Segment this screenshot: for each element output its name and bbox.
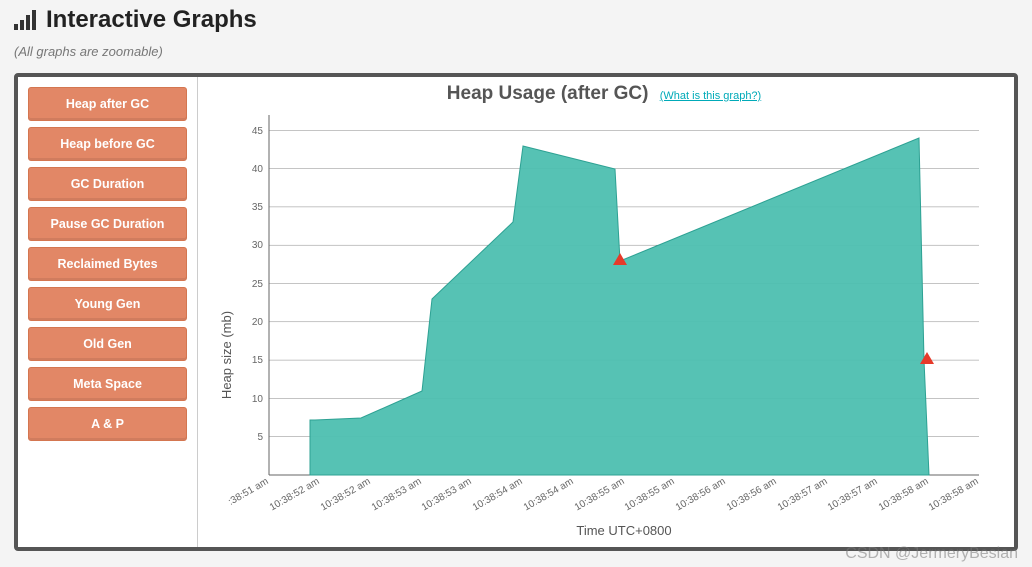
svg-text:10:38:52 am: 10:38:52 am: [268, 476, 322, 513]
panel: Heap after GC Heap before GC GC Duration…: [14, 73, 1018, 551]
svg-text:10:38:56 am: 10:38:56 am: [674, 476, 728, 513]
x-ticks: :38:51 am 10:38:52 am 10:38:52 am 10:38:…: [226, 476, 980, 513]
subtitle: (All graphs are zoomable): [14, 44, 1018, 59]
svg-text:25: 25: [252, 279, 264, 290]
svg-text:10:38:58 am: 10:38:58 am: [877, 476, 931, 513]
svg-text:10:38:53 am: 10:38:53 am: [370, 476, 424, 513]
page-title: Interactive Graphs: [46, 6, 257, 34]
btn-gc-duration[interactable]: GC Duration: [28, 167, 187, 201]
svg-text:10:38:54 am: 10:38:54 am: [471, 476, 525, 513]
area-fill: [310, 138, 929, 475]
sidebar: Heap after GC Heap before GC GC Duration…: [18, 77, 198, 547]
btn-heap-after-gc[interactable]: Heap after GC: [28, 87, 187, 121]
btn-reclaimed-bytes[interactable]: Reclaimed Bytes: [28, 247, 187, 281]
chart-svg[interactable]: 5 10 15 20 25 30 35 40 45 :38:51 am 10:3…: [204, 105, 1004, 545]
svg-text:10:38:56 am: 10:38:56 am: [725, 476, 779, 513]
chart-area[interactable]: Heap Usage (after GC) (What is this grap…: [198, 77, 1014, 547]
svg-text:5: 5: [257, 432, 263, 443]
btn-young-gen[interactable]: Young Gen: [28, 287, 187, 321]
svg-text:10:38:52 am: 10:38:52 am: [319, 476, 373, 513]
svg-text:10:38:55 am: 10:38:55 am: [573, 476, 627, 513]
svg-text:45: 45: [252, 126, 264, 137]
svg-text:20: 20: [252, 317, 264, 328]
y-ticks: 5 10 15 20 25 30 35 40 45: [252, 126, 264, 443]
btn-pause-gc-duration[interactable]: Pause GC Duration: [28, 207, 187, 241]
chart-title: Heap Usage (after GC) (What is this grap…: [204, 83, 1004, 105]
svg-text:40: 40: [252, 164, 264, 175]
svg-text:10:38:58 am: 10:38:58 am: [927, 476, 981, 513]
svg-text:10:38:53 am: 10:38:53 am: [420, 476, 474, 513]
svg-text::38:51 am: :38:51 am: [226, 476, 270, 508]
btn-old-gen[interactable]: Old Gen: [28, 327, 187, 361]
svg-text:10:38:55 am: 10:38:55 am: [623, 476, 677, 513]
header: Interactive Graphs (All graphs are zooma…: [0, 0, 1032, 59]
svg-text:10:38:57 am: 10:38:57 am: [826, 476, 880, 513]
svg-text:10:38:57 am: 10:38:57 am: [776, 476, 830, 513]
svg-text:10:38:54 am: 10:38:54 am: [522, 476, 576, 513]
x-axis-label: Time UTC+0800: [576, 523, 671, 538]
y-axis-label: Heap size (mb): [219, 311, 234, 399]
svg-text:10: 10: [252, 394, 264, 405]
btn-heap-before-gc[interactable]: Heap before GC: [28, 127, 187, 161]
btn-a-and-p[interactable]: A & P: [28, 407, 187, 441]
btn-meta-space[interactable]: Meta Space: [28, 367, 187, 401]
svg-text:35: 35: [252, 202, 264, 213]
svg-text:15: 15: [252, 355, 264, 366]
help-link[interactable]: (What is this graph?): [660, 90, 761, 102]
svg-text:30: 30: [252, 240, 264, 251]
bars-icon: [14, 10, 36, 30]
